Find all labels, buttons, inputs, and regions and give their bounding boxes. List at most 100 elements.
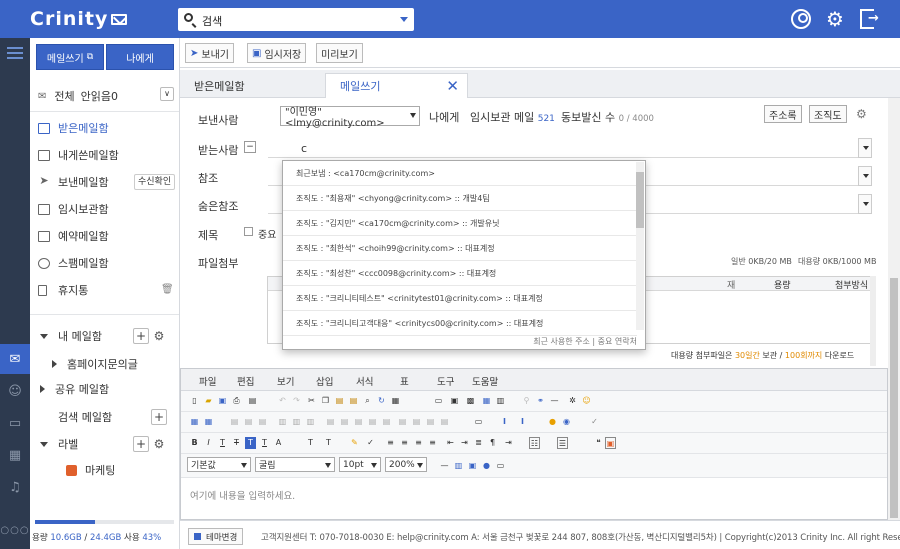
special-char-icon[interactable]: ✲: [567, 395, 578, 407]
gear-icon[interactable]: ⚙: [856, 107, 867, 121]
clear-format-icon[interactable]: ✓: [365, 437, 376, 449]
tab-inbox[interactable]: 받은메일함: [194, 73, 245, 98]
user-profile-icon[interactable]: [791, 9, 811, 29]
autocomplete-item[interactable]: 조직도 : "크리니티고객대응" <crinitycs00@crinity.co…: [283, 311, 637, 336]
spellcheck-icon[interactable]: ✓: [589, 416, 600, 428]
contacts-icon[interactable]: ☺: [0, 376, 30, 406]
mail-app-icon[interactable]: ✉: [0, 344, 30, 374]
zoom-select[interactable]: 200%: [385, 457, 427, 472]
blockquote-icon[interactable]: ⇥: [503, 437, 514, 449]
unlink-icon[interactable]: ⚲: [521, 395, 532, 407]
open-folder-icon[interactable]: ▰: [203, 395, 214, 407]
menu-table[interactable]: 표: [400, 374, 409, 388]
preview-button[interactable]: 미리보기: [316, 43, 363, 63]
find-icon[interactable]: ⌕: [362, 395, 373, 407]
cell-merge-icon[interactable]: ▤: [339, 416, 350, 428]
shared-mailbox-group[interactable]: 공유 메일함: [40, 379, 109, 399]
col-insert-after-icon[interactable]: ▥: [291, 416, 302, 428]
quote-icon[interactable]: ❝: [593, 437, 604, 449]
menu-tools[interactable]: 도구: [437, 374, 454, 388]
format-painter-icon[interactable]: ✎: [349, 437, 360, 449]
visual-aid-icon[interactable]: ▭: [473, 416, 484, 428]
important-contacts-link[interactable]: 중요 연락처: [598, 337, 637, 346]
compose-button[interactable]: 메일쓰기 ⧉: [36, 44, 104, 70]
insert-image-icon[interactable]: ▭: [433, 395, 444, 407]
sidebar-item-spam[interactable]: 스팸메일함: [38, 253, 109, 273]
chevron-down-icon[interactable]: [858, 166, 872, 186]
align-center-icon[interactable]: ≡: [399, 437, 410, 449]
chevron-down-icon[interactable]: ∨: [160, 87, 174, 101]
page-scrollbar[interactable]: [888, 98, 900, 549]
row-copy-icon[interactable]: ▤: [425, 416, 436, 428]
accessibility-icon[interactable]: ◉: [561, 416, 572, 428]
logout-icon[interactable]: [860, 9, 879, 29]
insert-media-icon[interactable]: ▣: [449, 395, 460, 407]
close-icon[interactable]: ✕: [446, 77, 459, 95]
sidebar-item-homepage-inquiry[interactable]: 홈페이지문의글: [52, 354, 138, 374]
menu-insert[interactable]: 삽입: [316, 374, 333, 388]
tab-compose[interactable]: 메일쓰기 ✕: [325, 73, 468, 98]
app-logo[interactable]: Crinity: [30, 8, 108, 30]
select-all-icon[interactable]: ▦: [390, 395, 401, 407]
row-props-icon[interactable]: ▤: [367, 416, 378, 428]
chevron-down-icon[interactable]: [858, 138, 872, 158]
fullscreen-icon[interactable]: ▭: [495, 460, 506, 472]
empty-trash-icon[interactable]: 🗑: [161, 284, 174, 295]
layer-icon[interactable]: ▣: [467, 460, 478, 472]
font-family-select[interactable]: 기본값: [187, 457, 251, 472]
align-right-icon[interactable]: ≡: [413, 437, 424, 449]
insert-picture-icon[interactable]: ▩: [465, 395, 476, 407]
important-checkbox[interactable]: [244, 227, 253, 236]
align-justify-icon[interactable]: ≡: [427, 437, 438, 449]
folder-icon[interactable]: ▭: [0, 408, 30, 438]
address-book-button[interactable]: 주소록: [764, 105, 802, 123]
more-icon[interactable]: ○○○: [0, 515, 30, 545]
read-receipt-button[interactable]: 수신확인: [134, 174, 176, 190]
link-icon[interactable]: ⚭: [535, 395, 546, 407]
calendar-icon[interactable]: ▦: [0, 440, 30, 470]
delete-table-icon[interactable]: ▤: [397, 416, 408, 428]
to-field[interactable]: c: [268, 138, 872, 158]
to-me-link[interactable]: 나에게: [429, 109, 459, 125]
gear-icon[interactable]: ⚙: [151, 328, 167, 344]
my-mailbox-group[interactable]: 내 메일함: [40, 326, 102, 346]
sidebar-item-drafts[interactable]: 임시보관함: [38, 199, 109, 219]
search-mailbox-group[interactable]: 검색 메일함: [58, 407, 112, 427]
italic-icon[interactable]: I: [203, 437, 214, 449]
row-paste-icon[interactable]: ▤: [439, 416, 450, 428]
indent-icon[interactable]: ⇥: [459, 437, 470, 449]
attachment-scrollbar[interactable]: [870, 276, 876, 366]
minus-icon[interactable]: —: [439, 460, 450, 472]
font-style-icon[interactable]: A: [273, 437, 284, 449]
col-insert-icon[interactable]: ▥: [277, 416, 288, 428]
superscript-icon[interactable]: T: [323, 437, 334, 449]
preview-icon[interactable]: ▤: [247, 395, 258, 407]
sidebar-item-sent[interactable]: ➤ 보낸메일함: [38, 172, 108, 192]
all-mail-row[interactable]: ✉ 전체 안읽음0 ∨: [38, 87, 174, 104]
save-icon[interactable]: ▣: [217, 395, 228, 407]
cell-props-icon[interactable]: ▤: [353, 416, 364, 428]
autocomplete-item[interactable]: 조직도 : "김지민" <ca170cm@crinity.com> :: 개발유…: [283, 211, 637, 236]
template-icon[interactable]: ▥: [453, 460, 464, 472]
menu-file[interactable]: 파일: [199, 374, 216, 388]
add-search-mailbox-button[interactable]: +: [151, 409, 167, 425]
subscript-icon[interactable]: T: [305, 437, 316, 449]
horizontal-rule-icon[interactable]: —: [549, 395, 560, 407]
cut-icon[interactable]: ✂: [306, 395, 317, 407]
new-doc-icon[interactable]: ▯: [189, 395, 200, 407]
add-label-button[interactable]: +: [133, 436, 149, 452]
add-mailbox-button[interactable]: +: [133, 328, 149, 344]
line-height-icon[interactable]: ≣: [473, 437, 484, 449]
outdent-icon[interactable]: ⇤: [445, 437, 456, 449]
text-direction-icon[interactable]: I: [499, 416, 510, 428]
editor-body[interactable]: 여기에 내용을 입력하세요.: [181, 478, 887, 519]
scrollbar-thumb[interactable]: [890, 278, 898, 518]
font-size-select[interactable]: 10pt: [339, 457, 381, 472]
sidebar-item-trash[interactable]: 휴지통: [38, 280, 88, 300]
menu-format[interactable]: 서식: [356, 374, 373, 388]
autocomplete-item[interactable]: 조직도 : "최한석" <choih99@crinity.com> :: 대표계…: [283, 236, 637, 261]
menu-icon[interactable]: [7, 47, 23, 49]
highlight-icon[interactable]: T: [259, 437, 270, 449]
col-props-icon[interactable]: ▤: [381, 416, 392, 428]
sidebar-item-self-sent[interactable]: 내게쓴메일함: [38, 145, 119, 165]
